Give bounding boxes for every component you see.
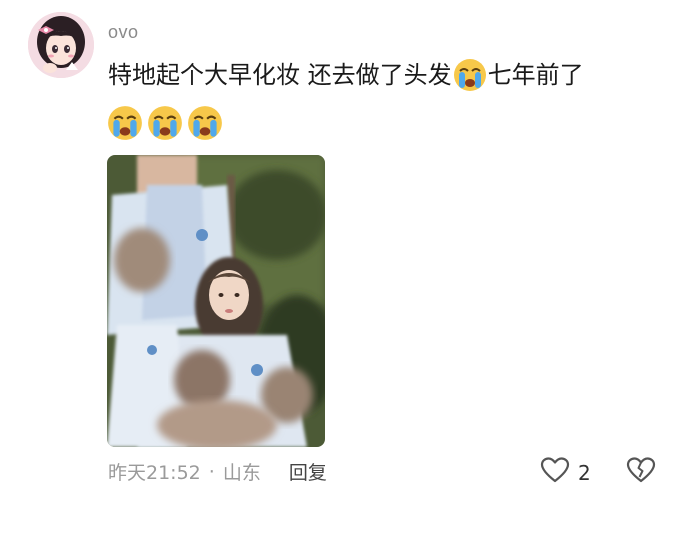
heart-icon [540,456,570,489]
emoji-row [106,104,222,140]
crying-face-icon [452,57,488,93]
crying-face-icon [106,104,142,140]
dislike-button[interactable] [626,456,656,488]
meta-separator: · [208,460,215,483]
reply-button[interactable]: 回复 [289,458,327,485]
broken-heart-icon [626,457,656,488]
comment-text-part2: 七年前了 [487,61,584,89]
location: 山东 [222,462,261,484]
timestamp: 昨天21:52 [108,462,201,484]
comment-meta: 昨天21:52 · 山东 回复 [108,458,327,485]
username[interactable]: ovo [108,22,139,43]
like-count: 2 [578,460,591,485]
comment-text: 特地起个大早化妆 还去做了头发 七年前了 [108,56,584,94]
like-button[interactable]: 2 [540,456,591,489]
comment-text-part1: 特地起个大早化妆 还去做了头发 [108,61,452,89]
user-avatar[interactable] [28,12,94,78]
crying-face-icon [186,104,222,140]
attached-photo[interactable] [107,155,325,447]
crying-face-icon [146,104,182,140]
